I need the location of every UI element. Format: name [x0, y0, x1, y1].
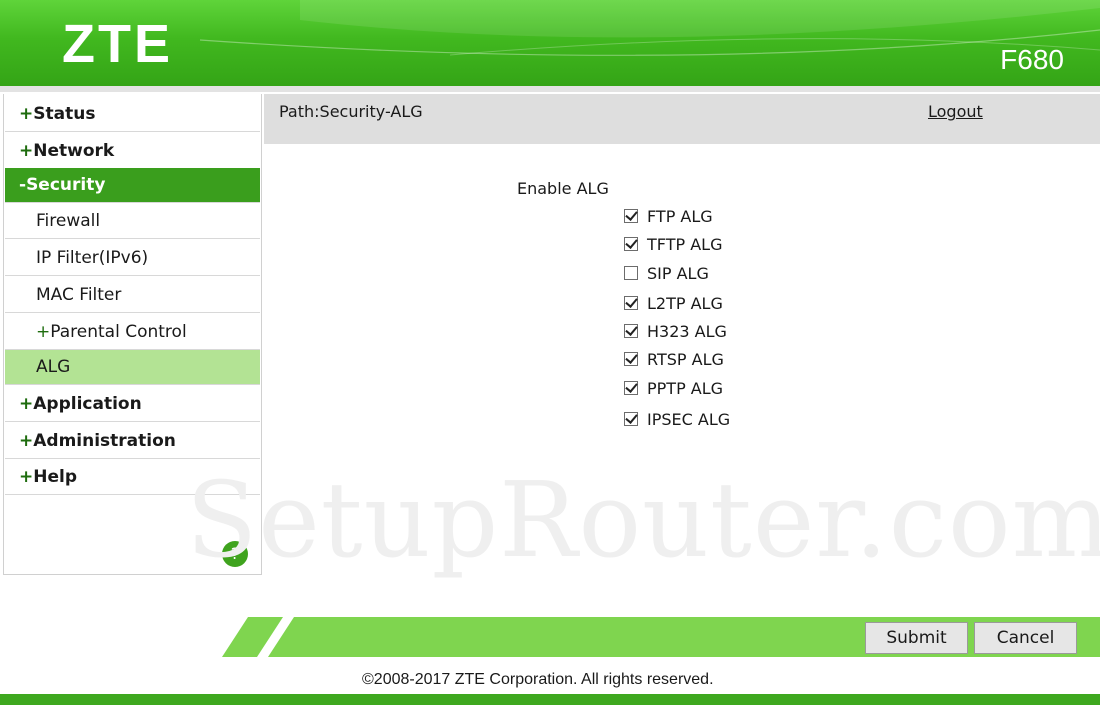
ipsec-alg-label: IPSEC ALG	[647, 409, 731, 429]
sidebar-item-application[interactable]: +Application	[5, 387, 260, 422]
h323-alg-checkbox[interactable]	[624, 324, 638, 338]
zte-logo: ZTE	[62, 14, 173, 74]
model-name: F680	[1000, 44, 1064, 75]
ftp-alg-label: FTP ALG	[647, 206, 713, 226]
sidebar-item-label: Administration	[33, 431, 176, 451]
ftp-alg-checkbox[interactable]	[624, 209, 638, 223]
breadcrumb: Path:Security-ALG	[279, 102, 423, 121]
option-h323-alg[interactable]: H323 ALG	[624, 320, 727, 342]
option-tftp-alg[interactable]: TFTP ALG	[624, 233, 722, 255]
h323-alg-label: H323 ALG	[647, 321, 727, 341]
expand-plus-icon: +	[36, 322, 51, 342]
sidebar-item-label: Parental Control	[50, 322, 187, 342]
header-banner: ZTE F680	[0, 0, 1100, 86]
rtsp-alg-label: RTSP ALG	[647, 349, 724, 369]
header-divider	[0, 86, 1100, 92]
sidebar-item-label: Status	[33, 104, 96, 124]
cancel-button[interactable]: Cancel	[974, 622, 1077, 654]
sidebar-item-label: IP Filter(IPv6)	[36, 248, 149, 268]
tftp-alg-checkbox[interactable]	[624, 237, 638, 251]
option-l2tp-alg[interactable]: L2TP ALG	[624, 292, 723, 314]
sidebar-item-label: ALG	[36, 357, 71, 377]
sidebar-item-network[interactable]: +Network	[5, 134, 260, 169]
sidebar-item-mac-filter[interactable]: MAC Filter	[5, 278, 260, 313]
option-pptp-alg[interactable]: PPTP ALG	[624, 377, 723, 399]
sidebar-item-label: Network	[33, 141, 115, 161]
watermark-text: SetupRouter.com	[186, 459, 1100, 581]
sidebar-item-administration[interactable]: +Administration	[5, 424, 260, 459]
sidebar-item-security[interactable]: -Security	[5, 168, 260, 203]
submit-button[interactable]: Submit	[865, 622, 968, 654]
option-ipsec-alg[interactable]: IPSEC ALG	[624, 408, 730, 430]
sidebar-item-label: MAC Filter	[36, 285, 122, 305]
copyright-text: ©2008-2017 ZTE Corporation. All rights r…	[362, 671, 714, 688]
pptp-alg-label: PPTP ALG	[647, 378, 724, 398]
option-rtsp-alg[interactable]: RTSP ALG	[624, 348, 724, 370]
logout-link[interactable]: Logout	[928, 102, 983, 121]
l2tp-alg-checkbox[interactable]	[624, 296, 638, 310]
sidebar-item-alg[interactable]: ALG	[5, 350, 260, 385]
sip-alg-label: SIP ALG	[647, 263, 709, 283]
sidebar-item-label: Firewall	[36, 211, 101, 231]
option-ftp-alg[interactable]: FTP ALG	[624, 205, 713, 227]
expand-plus-icon: +	[19, 394, 34, 414]
sidebar-item-label: Security	[26, 175, 106, 195]
l2tp-alg-label: L2TP ALG	[647, 293, 723, 313]
path-bar: Path:Security-ALG Logout	[264, 94, 1100, 144]
collapse-minus-icon: -	[19, 175, 27, 195]
rtsp-alg-checkbox[interactable]	[624, 352, 638, 366]
footer-strip	[0, 694, 1100, 705]
tftp-alg-label: TFTP ALG	[647, 234, 723, 254]
sip-alg-checkbox[interactable]	[624, 266, 638, 280]
ipsec-alg-checkbox[interactable]	[624, 412, 638, 426]
expand-plus-icon: +	[19, 431, 34, 451]
option-sip-alg[interactable]: SIP ALG	[624, 262, 709, 284]
sidebar-item-firewall[interactable]: Firewall	[5, 204, 260, 239]
expand-plus-icon: +	[19, 467, 34, 487]
sidebar-item-status[interactable]: +Status	[5, 97, 260, 132]
sidebar-item-ip-filter-ipv6[interactable]: IP Filter(IPv6)	[5, 241, 260, 276]
sidebar-item-label: Application	[33, 394, 142, 414]
sidebar-item-label: Help	[33, 467, 78, 487]
sidebar-item-parental-control[interactable]: +Parental Control	[5, 315, 260, 350]
enable-alg-label: Enable ALG	[517, 179, 609, 198]
pptp-alg-checkbox[interactable]	[624, 381, 638, 395]
expand-plus-icon: +	[19, 104, 34, 124]
expand-plus-icon: +	[19, 141, 34, 161]
